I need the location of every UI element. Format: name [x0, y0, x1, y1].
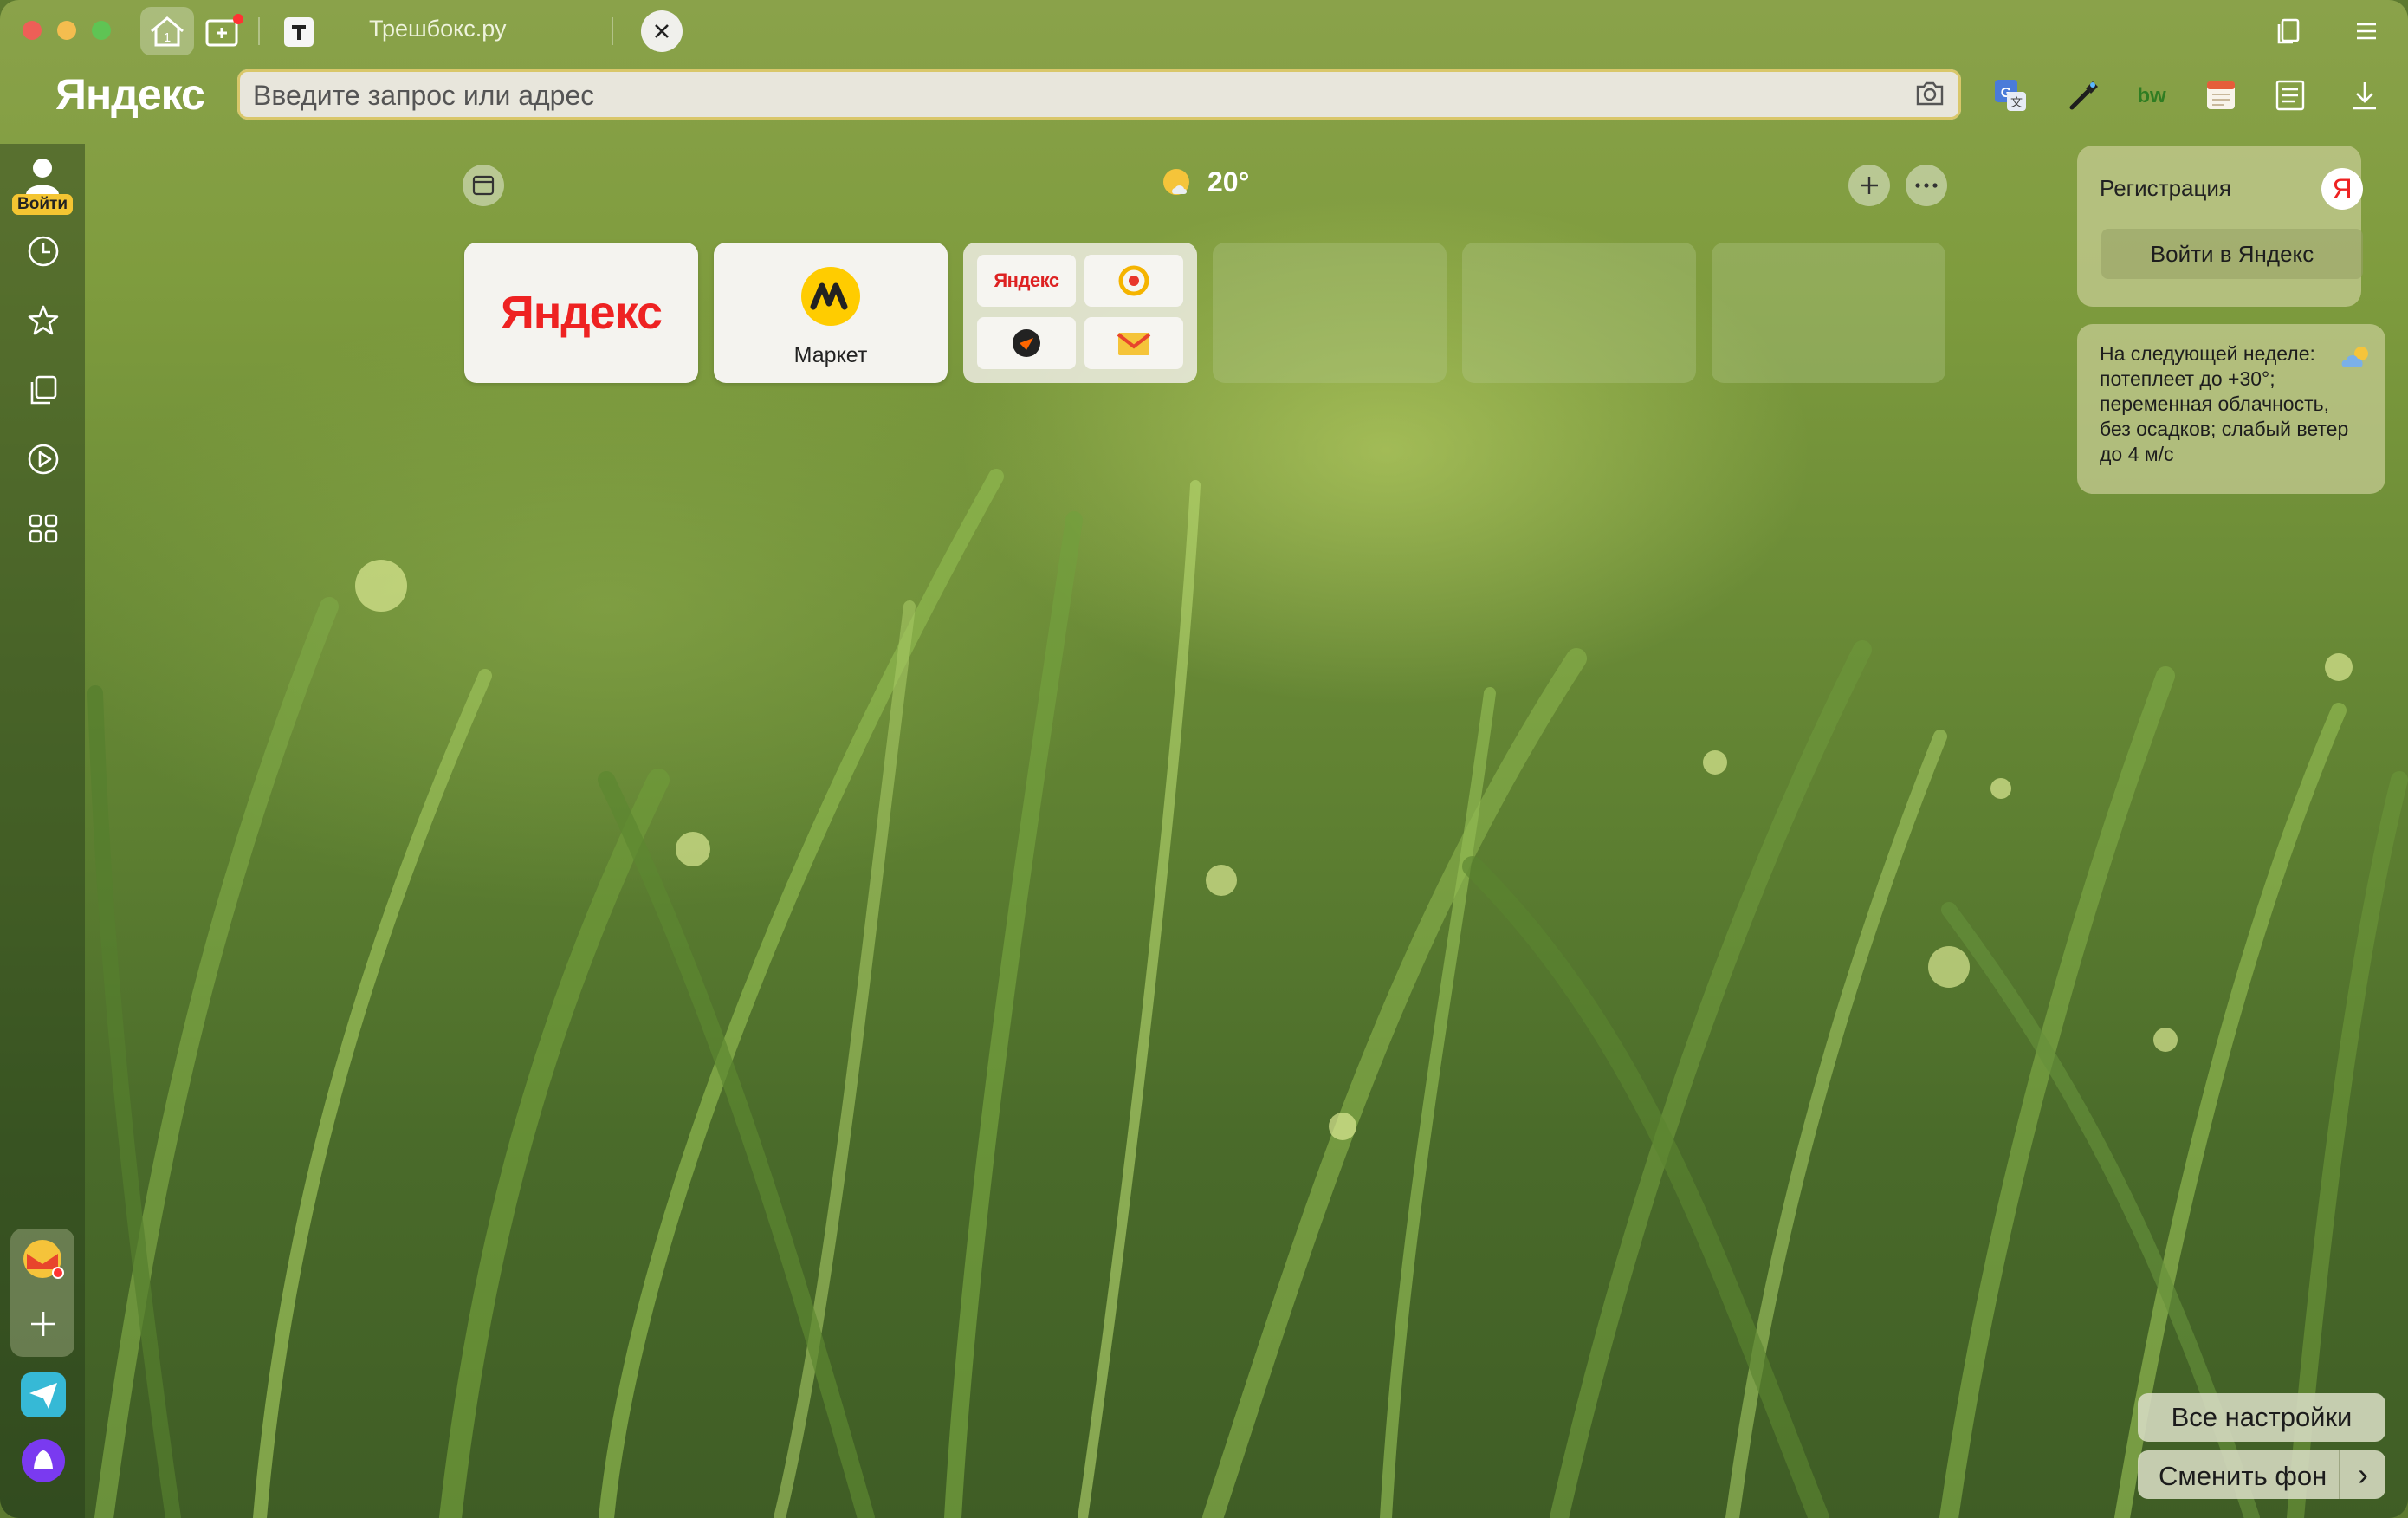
close-window-button[interactable]	[23, 21, 42, 40]
login-badge: Войти	[12, 194, 73, 215]
envelope-icon	[1117, 333, 1151, 355]
change-background-label: Сменить фон	[2159, 1461, 2327, 1491]
star-icon	[28, 305, 59, 335]
title-bar: 1 Трешбокс.ру	[0, 0, 2408, 62]
bw-extension-icon: bw	[2137, 84, 2166, 107]
sidebar: Войти	[0, 144, 85, 1518]
address-bar[interactable]	[237, 69, 1961, 120]
tab-title[interactable]: Трешбокс.ру	[369, 16, 506, 42]
clock-icon	[28, 236, 59, 267]
tile-empty-slot[interactable]	[1712, 243, 1945, 383]
ellipsis-icon	[1915, 183, 1938, 188]
forecast-panel[interactable]: На следующей неделе: потеплеет до +30°; …	[2077, 324, 2385, 494]
messenger-app-button[interactable]	[21, 1372, 66, 1417]
kinopoisk-icon	[1013, 329, 1040, 357]
add-app-button[interactable]	[21, 1301, 66, 1346]
next-background-chevron-icon[interactable]: ›	[2339, 1450, 2385, 1499]
more-options-button[interactable]	[1906, 165, 1947, 206]
history-button[interactable]	[21, 229, 66, 274]
forecast-text: На следующей неделе: потеплеет до +30°; …	[2100, 342, 2349, 465]
tile-market-label: Маркет	[793, 343, 868, 367]
mail-icon	[23, 1240, 64, 1279]
minimize-window-button[interactable]	[57, 21, 76, 40]
collections-icon	[30, 375, 57, 405]
tabs-collection-button[interactable]	[2269, 14, 2308, 49]
group-yandex-label: Яндекс	[994, 269, 1059, 291]
avatar-icon	[26, 159, 59, 194]
color-picker-extension-button[interactable]	[2063, 75, 2105, 116]
cloud-icon	[2341, 347, 2368, 367]
reader-mode-button[interactable]	[2269, 75, 2311, 116]
tab-divider	[258, 17, 260, 45]
change-background-button[interactable]: Сменить фон ›	[2138, 1450, 2385, 1499]
close-tab-button[interactable]	[641, 10, 683, 52]
group-mail-mini	[1084, 317, 1183, 369]
collections-button[interactable]	[21, 367, 66, 412]
video-button[interactable]	[21, 437, 66, 482]
send-icon	[21, 1372, 66, 1417]
tile-group[interactable]: Яндекс	[963, 243, 1197, 383]
tab-divider	[612, 17, 613, 45]
add-tile-button[interactable]	[1848, 165, 1890, 206]
group-music-mini	[1084, 255, 1183, 307]
mail-app-button[interactable]	[21, 1237, 66, 1282]
bw-extension-button[interactable]: bw	[2131, 75, 2172, 116]
plus-icon	[31, 1312, 55, 1336]
tile-empty-slot[interactable]	[1462, 243, 1696, 383]
sun-cloud-icon	[1163, 169, 1189, 195]
svg-text:bw: bw	[2137, 84, 2166, 107]
grass-background	[87, 469, 2408, 1518]
grid-icon	[29, 514, 58, 543]
yandex-id-icon: Я	[2321, 168, 2363, 210]
bookmarks-collection-icon	[2277, 18, 2300, 44]
hamburger-icon	[2357, 23, 2376, 40]
alice-icon	[22, 1439, 65, 1482]
calendar-extension-button[interactable]	[2200, 75, 2242, 116]
tile-market[interactable]: Маркет	[714, 243, 948, 383]
alice-assistant-button[interactable]	[21, 1438, 66, 1483]
translate-icon: G 文	[1995, 80, 2026, 111]
sidebar-login-button[interactable]: Войти	[12, 154, 73, 215]
tile-empty-slot[interactable]	[1213, 243, 1447, 383]
downloads-button[interactable]	[2344, 75, 2385, 116]
weather-temperature: 20°	[1207, 165, 1250, 198]
group-yandex-mini: Яндекс	[977, 255, 1076, 307]
music-icon	[1118, 265, 1149, 296]
download-icon	[2353, 82, 2376, 110]
main-menu-button[interactable]	[2347, 14, 2385, 49]
registration-panel: Регистрация Я Войти в Яндекс	[2077, 146, 2363, 307]
search-input[interactable]	[251, 73, 1900, 118]
translate-extension-button[interactable]: G 文	[1990, 75, 2032, 116]
tab-layout-button[interactable]	[463, 165, 504, 206]
zoom-window-button[interactable]	[92, 21, 111, 40]
play-icon	[28, 444, 59, 475]
svg-text:1: 1	[164, 30, 171, 45]
window-icon	[472, 175, 495, 196]
group-kinopoisk-mini	[977, 317, 1076, 369]
svg-text:文: 文	[2010, 95, 2023, 109]
bookmarks-button[interactable]	[21, 298, 66, 343]
market-logo-icon	[801, 267, 860, 326]
yandex-logo[interactable]: Яндекс	[55, 69, 205, 120]
calendar-icon	[2207, 81, 2235, 109]
new-tab-group-button[interactable]	[201, 7, 246, 55]
weather-widget[interactable]: 20°	[1159, 165, 1249, 199]
close-icon	[655, 24, 669, 38]
tile-yandex[interactable]: Яндекс	[464, 243, 698, 383]
login-yandex-button[interactable]: Войти в Яндекс	[2101, 229, 2363, 279]
tile-yandex-logo: Яндекс	[500, 287, 663, 339]
registration-label[interactable]: Регистрация	[2100, 175, 2231, 202]
camera-icon	[1916, 81, 1944, 106]
treshbox-favicon-icon	[284, 17, 314, 47]
home-icon: 1	[151, 16, 184, 47]
browser-window: 1 Трешбокс.ру Яндекс Введите запрос или …	[0, 0, 2408, 1518]
eyedropper-icon	[2069, 81, 2098, 110]
tab-plus-icon	[205, 14, 243, 47]
image-search-button[interactable]	[1914, 80, 1945, 112]
home-tab-button[interactable]: 1	[140, 7, 194, 55]
services-button[interactable]	[21, 506, 66, 551]
plus-icon	[1861, 177, 1878, 194]
all-settings-button[interactable]: Все настройки	[2138, 1393, 2385, 1442]
reader-icon	[2275, 80, 2305, 111]
